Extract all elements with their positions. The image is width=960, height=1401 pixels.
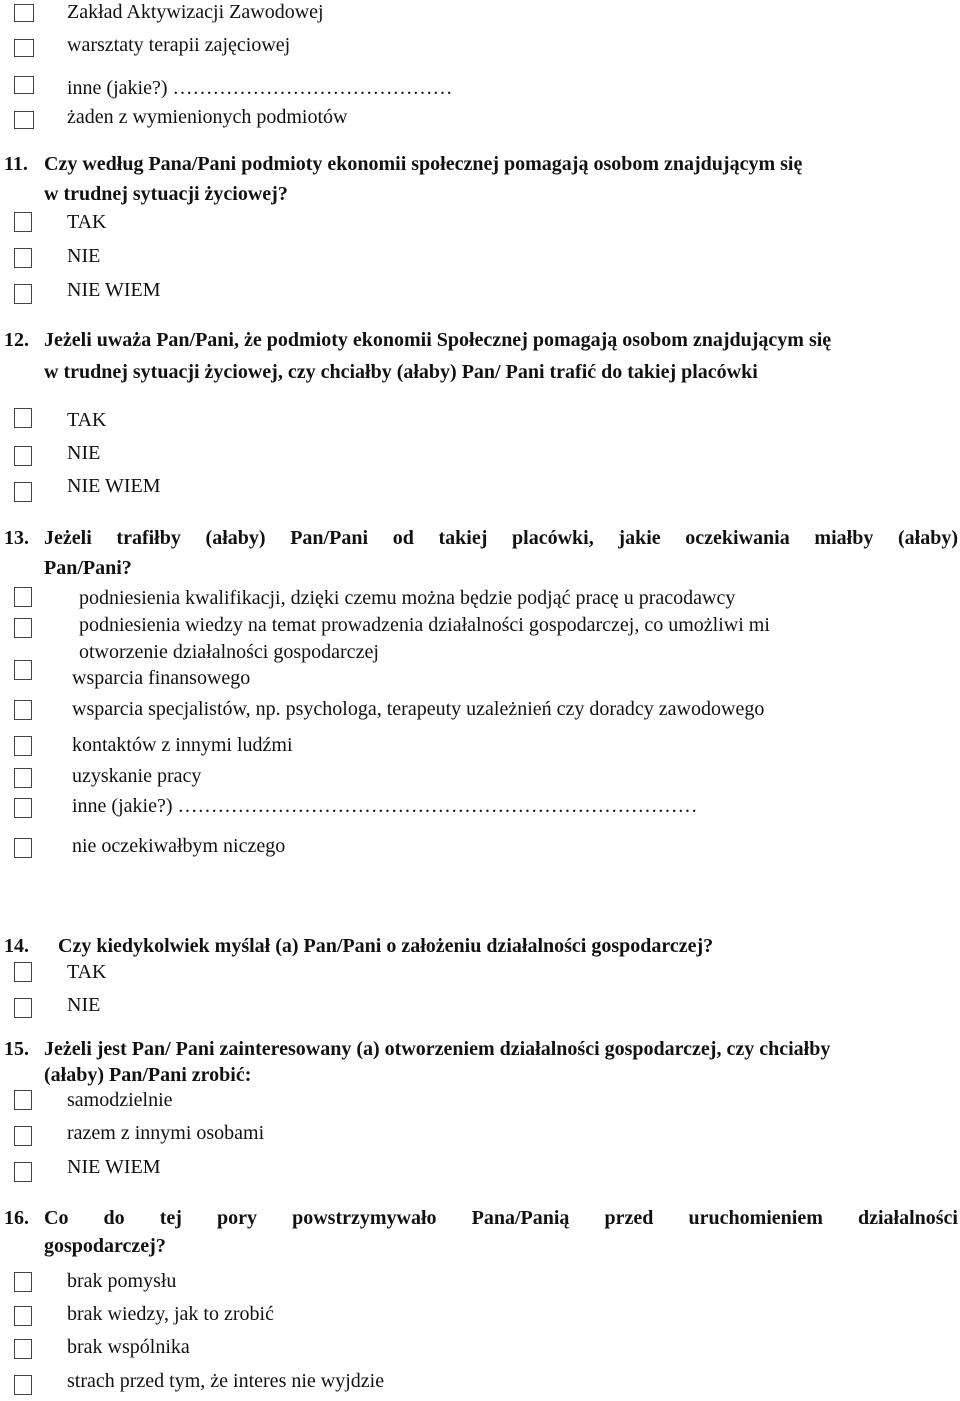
- checkbox[interactable]: [14, 248, 32, 268]
- option-label: wsparcia finansowego: [72, 667, 251, 689]
- checkbox[interactable]: [14, 587, 32, 607]
- checkbox[interactable]: [14, 1162, 32, 1182]
- question-number: 12.: [4, 329, 29, 351]
- checkbox[interactable]: [14, 1339, 32, 1359]
- option-label: podniesienia kwalifikacji, dzięki czemu …: [79, 587, 736, 609]
- checkbox[interactable]: [14, 39, 34, 57]
- checkbox[interactable]: [14, 111, 34, 129]
- option-label: samodzielnie: [67, 1089, 173, 1111]
- checkbox[interactable]: [14, 962, 32, 982]
- checkbox[interactable]: [14, 798, 32, 818]
- option-label: strach przed tym, że interes nie wyjdzie: [67, 1370, 385, 1392]
- checkbox[interactable]: [14, 998, 32, 1018]
- option-label: TAK: [67, 961, 107, 983]
- option-label: inne (jakie?) ……………………………………: [67, 77, 453, 99]
- question-number: 15.: [4, 1038, 29, 1060]
- question-text: w trudnej sytuacji życiowej?: [44, 183, 288, 205]
- question-text: gospodarczej?: [44, 1235, 166, 1257]
- checkbox[interactable]: [14, 1306, 32, 1326]
- checkbox[interactable]: [14, 284, 32, 304]
- option-label: TAK: [67, 211, 107, 233]
- question-text: Jeżeli trafiłby (ałaby) Pan/Pani od taki…: [44, 527, 958, 549]
- question-text: Co do tej pory powstrzymywało Pana/Panią…: [44, 1207, 958, 1229]
- option-label: podniesienia wiedzy na temat prowadzenia…: [79, 614, 770, 636]
- checkbox[interactable]: [14, 618, 32, 638]
- option-label: inne (jakie?) ……………………………………………………………………: [72, 795, 698, 817]
- option-label: NIE: [67, 442, 101, 464]
- question-text: Czy według Pana/Pani podmioty ekonomii s…: [44, 153, 803, 175]
- option-label: NIE WIEM: [67, 279, 161, 301]
- option-label: NIE WIEM: [67, 475, 161, 497]
- checkbox[interactable]: [14, 736, 32, 756]
- checkbox[interactable]: [14, 768, 32, 788]
- checkbox[interactable]: [14, 482, 32, 502]
- checkbox[interactable]: [14, 1375, 32, 1395]
- option-label: żaden z wymienionych podmiotów: [67, 106, 348, 128]
- option-label: uzyskanie pracy: [72, 765, 202, 787]
- option-label: NIE: [67, 245, 101, 267]
- question-text: Pan/Pani?: [44, 557, 132, 579]
- question-number: 11.: [4, 153, 28, 175]
- question-text: Czy kiedykolwiek myślał (a) Pan/Pani o z…: [58, 935, 714, 957]
- question-number: 13.: [4, 527, 29, 549]
- question-text: Jeżeli uważa Pan/Pani, że podmioty ekono…: [44, 329, 832, 351]
- option-label: NIE: [67, 994, 101, 1016]
- checkbox[interactable]: [14, 408, 32, 428]
- question-text: Jeżeli jest Pan/ Pani zainteresowany (a)…: [44, 1038, 831, 1060]
- option-label: razem z innymi osobami: [67, 1122, 265, 1144]
- checkbox[interactable]: [14, 838, 32, 858]
- checkbox[interactable]: [14, 1090, 32, 1110]
- checkbox[interactable]: [14, 700, 32, 720]
- checkbox[interactable]: [14, 212, 32, 232]
- question-number: 16.: [4, 1207, 29, 1229]
- option-label: brak wspólnika: [67, 1336, 190, 1358]
- option-label: TAK: [67, 409, 107, 431]
- checkbox[interactable]: [14, 660, 32, 680]
- checkbox[interactable]: [14, 446, 32, 466]
- question-number: 14.: [4, 935, 29, 957]
- question-text: (ałaby) Pan/Pani zrobić:: [44, 1064, 252, 1086]
- option-label: Zakład Aktywizacji Zawodowej: [67, 1, 324, 23]
- option-label: wsparcia specjalistów, np. psychologa, t…: [72, 698, 765, 720]
- checkbox[interactable]: [14, 1126, 32, 1146]
- question-text: w trudnej sytuacji życiowej, czy chciałb…: [44, 361, 758, 383]
- option-label-continuation: otworzenie działalności gospodarczej: [79, 641, 379, 663]
- checkbox[interactable]: [14, 76, 34, 94]
- checkbox[interactable]: [14, 4, 34, 22]
- option-label: nie oczekiwałbym niczego: [72, 835, 286, 857]
- option-label: NIE WIEM: [67, 1156, 161, 1178]
- option-label: brak wiedzy, jak to zrobić: [67, 1303, 274, 1325]
- checkbox[interactable]: [14, 1272, 32, 1292]
- option-label: brak pomysłu: [67, 1270, 177, 1292]
- option-label: warsztaty terapii zajęciowej: [67, 34, 291, 56]
- option-label: kontaktów z innymi ludźmi: [72, 734, 293, 756]
